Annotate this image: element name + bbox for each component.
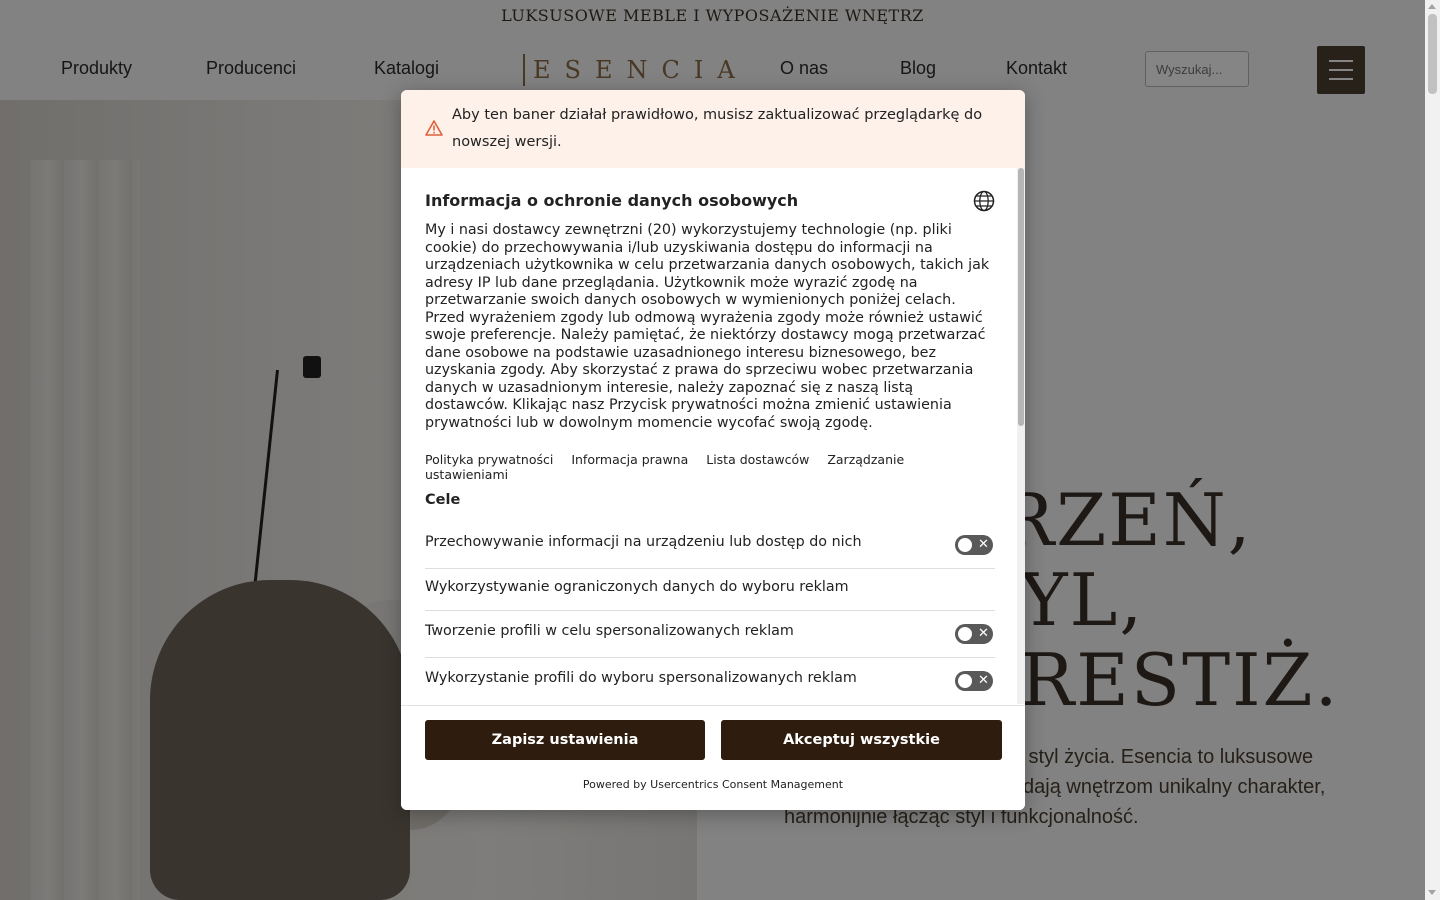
purpose-toggle[interactable]: ✕: [955, 671, 993, 691]
purpose-label: Tworzenie profili w celu spersonalizowan…: [425, 623, 794, 639]
scroll-down-icon[interactable]: [1428, 890, 1436, 895]
accept-all-button[interactable]: Akceptuj wszystkie: [721, 720, 1002, 760]
dialog-footer: Zapisz ustawienia Akceptuj wszystkie Pow…: [401, 705, 1025, 810]
consent-content[interactable]: Informacja o ochronie danych osobowych M…: [401, 168, 1017, 704]
warning-icon: [425, 120, 443, 136]
purpose-label: Przechowywanie informacji na urządzeniu …: [425, 534, 862, 550]
scroll-up-icon[interactable]: [1428, 4, 1436, 9]
vendor-list-link[interactable]: Lista dostawców: [706, 452, 809, 467]
globe-icon[interactable]: [973, 190, 995, 212]
purpose-toggle[interactable]: ✕: [955, 535, 993, 555]
purpose-toggle[interactable]: ✕: [955, 624, 993, 644]
dialog-scrollbar[interactable]: [1017, 168, 1025, 704]
purpose-label: Wykorzystywanie ograniczonych danych do …: [425, 579, 849, 595]
close-icon: ✕: [978, 673, 989, 688]
privacy-policy-link[interactable]: Polityka prywatności: [425, 452, 553, 467]
purpose-label: Wykorzystanie profili do wyboru spersona…: [425, 670, 857, 686]
close-icon: ✕: [978, 537, 989, 552]
legal-info-link[interactable]: Informacja prawna: [571, 452, 688, 467]
page-scrollbar[interactable]: [1425, 0, 1440, 900]
purpose-row[interactable]: Przechowywanie informacji na urządzeniu …: [425, 534, 995, 569]
save-settings-button[interactable]: Zapisz ustawienia: [425, 720, 705, 760]
purpose-row[interactable]: Wykorzystanie profili do wyboru spersona…: [425, 670, 995, 691]
purpose-row[interactable]: Tworzenie profili w celu spersonalizowan…: [425, 623, 995, 658]
dialog-description: My i nasi dostawcy zewnętrzni (20) wykor…: [425, 222, 990, 431]
purpose-row[interactable]: Wykorzystywanie ograniczonych danych do …: [425, 579, 995, 611]
consent-dialog: Aby ten baner działał prawidłowo, musisz…: [401, 90, 1025, 810]
consent-links: Polityka prywatności Informacja prawna L…: [425, 452, 1005, 482]
dialog-title: Informacja o ochronie danych osobowych: [425, 191, 799, 210]
powered-by-text[interactable]: Powered by Usercentrics Consent Manageme…: [401, 778, 1025, 791]
browser-warning-banner: Aby ten baner działał prawidłowo, musisz…: [401, 90, 1025, 168]
purposes-heading: Cele: [425, 492, 461, 508]
close-icon: ✕: [978, 626, 989, 641]
warning-text: Aby ten baner działał prawidłowo, musisz…: [452, 107, 983, 150]
